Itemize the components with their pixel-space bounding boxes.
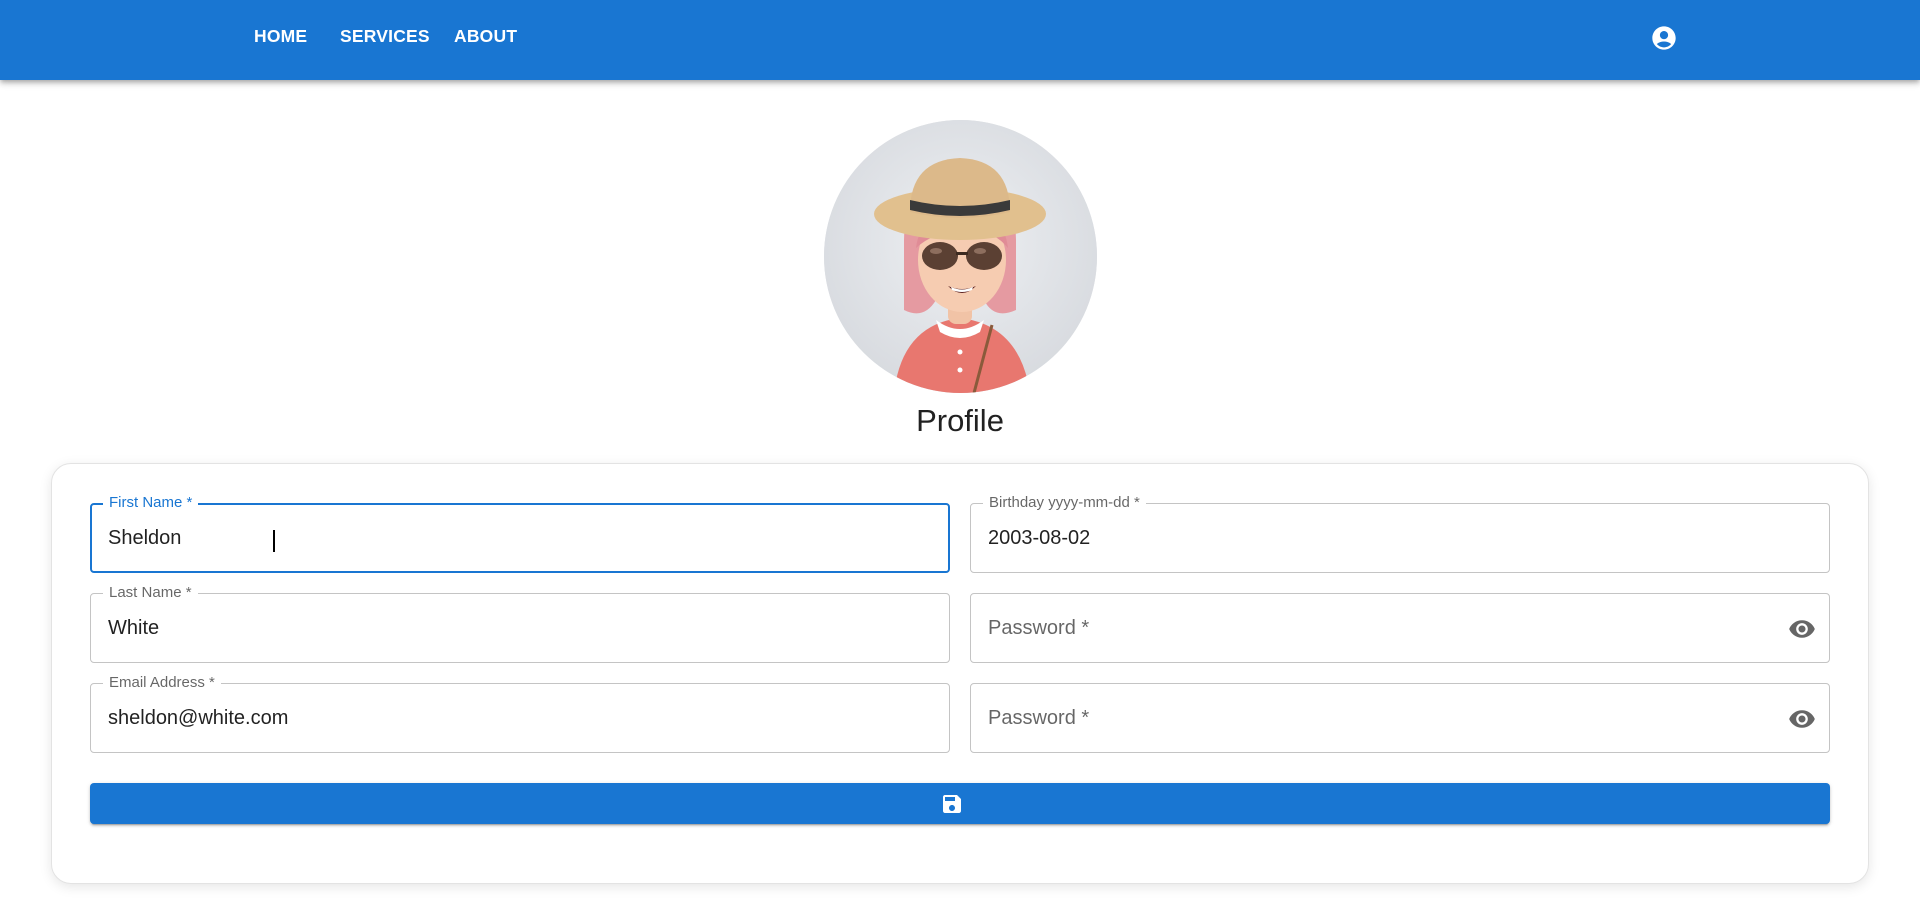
confirm-password-field[interactable] xyxy=(970,683,1830,753)
password-input[interactable] xyxy=(988,594,1808,662)
account-button[interactable] xyxy=(1650,24,1678,52)
first-name-input[interactable] xyxy=(108,504,928,572)
confirm-password-input[interactable] xyxy=(988,684,1808,752)
avatar-illustration xyxy=(824,120,1097,393)
last-name-field[interactable]: Last Name * xyxy=(90,585,950,663)
nav-services-link[interactable]: SERVICES xyxy=(340,24,430,48)
nav-home-link[interactable]: HOME xyxy=(254,24,307,48)
app-bar: HOME SERVICES ABOUT xyxy=(0,0,1920,80)
email-input[interactable] xyxy=(108,684,928,752)
last-name-input[interactable] xyxy=(108,594,928,662)
eye-icon xyxy=(1789,620,1815,638)
page-title: Profile xyxy=(916,403,1004,438)
first-name-field[interactable]: First Name * xyxy=(90,495,950,573)
birthday-input[interactable] xyxy=(988,504,1808,572)
profile-avatar xyxy=(824,120,1097,393)
eye-icon xyxy=(1789,710,1815,728)
text-cursor xyxy=(273,530,275,552)
toggle-password-visibility-button[interactable] xyxy=(1787,615,1817,643)
email-field[interactable]: Email Address * xyxy=(90,675,950,753)
toggle-confirm-password-visibility-button[interactable] xyxy=(1787,705,1817,733)
floppy-disk-save-icon xyxy=(943,795,961,813)
nav-about-link[interactable]: ABOUT xyxy=(454,24,517,48)
password-field[interactable] xyxy=(970,593,1830,663)
birthday-field[interactable]: Birthday yyyy-mm-dd * xyxy=(970,495,1830,573)
account-circle-icon xyxy=(1652,26,1676,50)
